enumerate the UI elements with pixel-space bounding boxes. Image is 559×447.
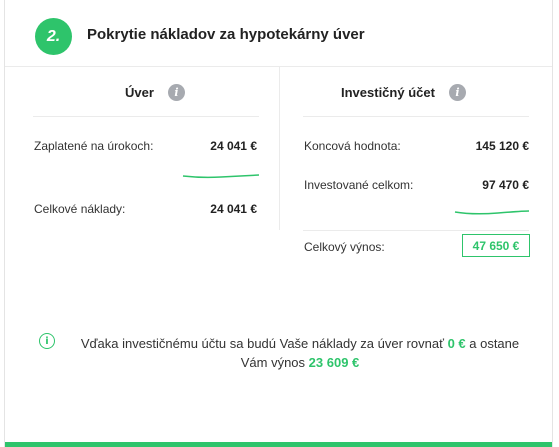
step-number-badge: 2. — [35, 18, 72, 55]
total-yield-label: Celkový výnos: — [304, 240, 385, 254]
total-yield-value: 47 650 € — [462, 234, 530, 257]
accent-bottom-bar — [5, 442, 552, 447]
invested-total-value: 97 470 € — [482, 178, 529, 192]
final-value-label: Koncová hodnota: — [304, 139, 401, 153]
loan-heading-label: Úver — [125, 85, 154, 100]
info-icon: i — [39, 333, 55, 349]
loan-column-heading: Úver i — [125, 84, 185, 101]
interest-paid-value: 24 041 € — [210, 139, 257, 153]
result-divider — [303, 230, 529, 231]
interest-paid-label: Zaplatené na úrokoch: — [34, 139, 154, 153]
note-amount-yield: 23 609 € — [308, 355, 360, 370]
cost-coverage-card: 2. Pokrytie nákladov za hypotekárny úver… — [4, 0, 553, 447]
info-icon[interactable]: i — [448, 84, 466, 101]
header-divider-left — [33, 116, 259, 117]
column-divider — [279, 66, 280, 230]
underline-scribble — [454, 210, 530, 215]
header-divider-right — [303, 116, 529, 117]
note-text-1: Vďaka investičnému účtu sa budú Vaše nák… — [80, 336, 448, 351]
info-icon[interactable]: i — [167, 84, 185, 101]
summary-note: Vďaka investičnému účtu sa budú Vaše nák… — [75, 334, 525, 372]
underline-scribble — [182, 174, 260, 179]
note-amount-cost: 0 € — [447, 336, 466, 351]
step-number: 2. — [46, 27, 61, 45]
invested-total-label: Investované celkom: — [304, 178, 414, 192]
total-cost-label: Celkové náklady: — [34, 202, 126, 216]
investment-column-heading: Investičný účet i — [341, 84, 466, 101]
total-cost-value: 24 041 € — [210, 202, 257, 216]
section-title: Pokrytie nákladov za hypotekárny úver — [87, 26, 365, 43]
final-value-value: 145 120 € — [475, 139, 529, 153]
investment-heading-label: Investičný účet — [341, 85, 435, 100]
